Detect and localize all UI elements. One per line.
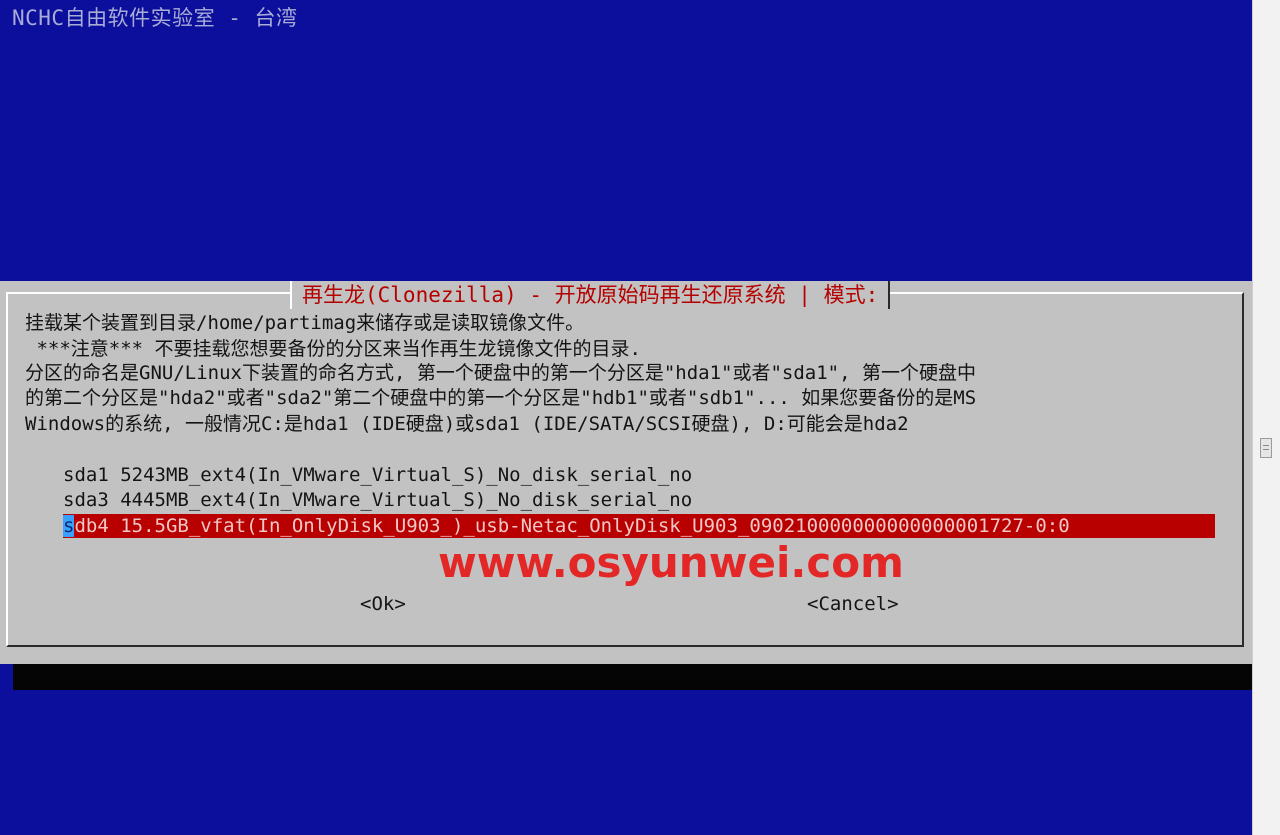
partition-name: sda1 (63, 464, 109, 486)
ok-button[interactable]: <Ok> (360, 592, 406, 616)
partition-desc: 15.5GB_vfat(In_OnlyDisk_U903_)_usb-Netac… (120, 515, 1070, 537)
backtitle: NCHC自由软件实验室 - 台湾 (12, 6, 298, 30)
partition-desc: 5243MB_ext4(In_VMware_Virtual_S)_No_disk… (120, 464, 693, 486)
partition-name-rest: db4 (74, 515, 109, 537)
dialog-shadow (13, 664, 1252, 690)
partition-item-sdb4[interactable]: sdb4 15.5GB_vfat(In_OnlyDisk_U903_)_usb-… (63, 514, 1215, 538)
dialog-title: 再生龙(Clonezilla) - 开放原始码再生还原系统 | 模式: (290, 281, 891, 309)
partition-name: sda3 (63, 489, 109, 511)
selection-cursor: s (63, 515, 75, 537)
partition-desc: 4445MB_ext4(In_VMware_Virtual_S)_No_disk… (120, 489, 693, 511)
partition-item-sda3[interactable]: sda3 4445MB_ext4(In_VMware_Virtual_S)_No… (63, 488, 692, 512)
partition-item-sda1[interactable]: sda1 5243MB_ext4(In_VMware_Virtual_S)_No… (63, 463, 692, 487)
cancel-button[interactable]: <Cancel> (807, 592, 899, 616)
vertical-scrollbar[interactable] (1252, 0, 1280, 835)
description-line-2: ***注意*** 不要挂载您想要备份的分区来当作再生龙镜像文件的目录. (25, 338, 641, 360)
watermark: www.osyunwei.com (438, 538, 904, 587)
scrollbar-thumb[interactable] (1260, 438, 1272, 458)
description-line-5: Windows的系统, 一般情况C:是hda1 (IDE硬盘)或sda1 (ID… (25, 413, 909, 435)
description-line-3: 分区的命名是GNU/Linux下装置的命名方式, 第一个硬盘中的第一个分区是"h… (25, 362, 976, 384)
description-line-1: 挂载某个装置到目录/home/partimag来储存或是读取镜像文件。 (25, 312, 585, 334)
description-line-4: 的第二个分区是"hda2"或者"sda2"第二个硬盘中的第一个分区是"hdb1"… (25, 387, 977, 409)
